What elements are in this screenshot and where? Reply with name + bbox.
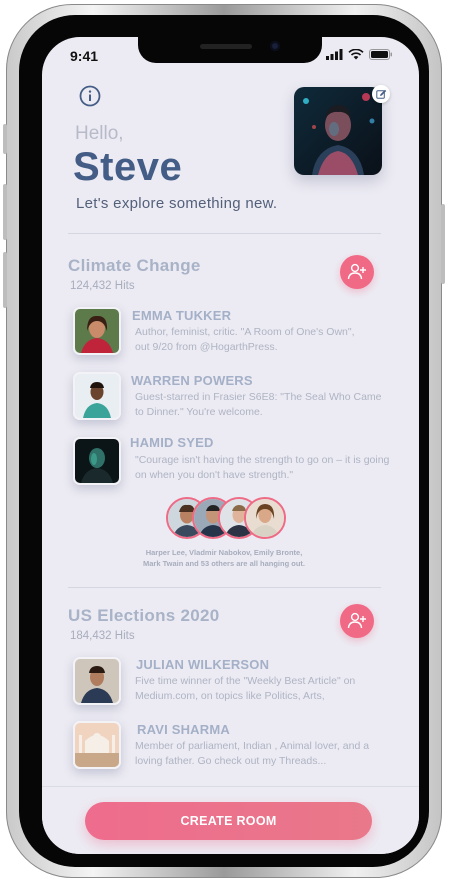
member-name[interactable]: RAVI SHARMA xyxy=(137,722,230,737)
member-bio: Author, feminist, critic. "A Room of One… xyxy=(135,326,355,353)
participant-avatar xyxy=(244,497,286,539)
member-avatar[interactable] xyxy=(73,437,121,485)
profile-avatar[interactable] xyxy=(294,87,382,175)
status-icons xyxy=(326,48,393,60)
edit-icon[interactable] xyxy=(372,85,390,103)
section-divider xyxy=(68,587,381,588)
app-screen: 9:41 Hello, Steve Let's explore somethin… xyxy=(42,37,419,854)
member-avatar[interactable] xyxy=(73,657,121,705)
member-bio: Five time winner of the "Weekly Best Art… xyxy=(135,675,356,702)
member-photo xyxy=(75,309,119,353)
room-hits: 184,432 Hits xyxy=(70,630,135,642)
member-avatar[interactable] xyxy=(73,721,121,769)
notch xyxy=(138,37,322,63)
member-photo xyxy=(75,374,119,418)
signal-icon xyxy=(326,48,343,60)
mute-switch xyxy=(3,124,7,154)
member-bio: "Courage isn't having the strength to go… xyxy=(135,454,390,481)
member-photo xyxy=(75,659,119,703)
info-icon[interactable] xyxy=(79,85,101,107)
status-time: 9:41 xyxy=(70,48,99,64)
member-bio: Member of parliament, Indian , Animal lo… xyxy=(135,740,370,767)
room-hits: 124,432 Hits xyxy=(70,280,135,292)
join-room-button[interactable] xyxy=(340,255,374,289)
create-room-button[interactable]: CREATE ROOM xyxy=(85,802,372,840)
participants-stack[interactable] xyxy=(166,497,286,541)
greeting-text: Hello, xyxy=(75,123,124,144)
member-photo xyxy=(75,439,119,483)
member-name[interactable]: JULIAN WILKERSON xyxy=(136,657,269,672)
member-photo xyxy=(75,723,119,767)
profile-photo xyxy=(294,87,382,175)
join-room-button[interactable] xyxy=(340,604,374,638)
member-avatar[interactable] xyxy=(73,307,121,355)
member-bio: Guest-starred in Frasier S6E8: "The Seal… xyxy=(135,391,382,418)
phone-frame: 9:41 Hello, Steve Let's explore somethin… xyxy=(3,4,445,878)
front-camera xyxy=(270,41,280,51)
battery-icon xyxy=(369,48,392,60)
member-name[interactable]: EMMA TUKKER xyxy=(132,308,231,323)
room-title[interactable]: Climate Change xyxy=(68,256,201,276)
member-avatar[interactable] xyxy=(73,372,121,420)
volume-up-button xyxy=(3,184,7,240)
participants-caption: Harper Lee, Vladmir Nabokov, Emily Bront… xyxy=(143,548,305,568)
power-button xyxy=(441,204,445,284)
speaker-grille xyxy=(200,44,252,49)
member-name[interactable]: HAMID SYED xyxy=(130,435,214,450)
add-user-icon xyxy=(347,612,366,629)
volume-down-button xyxy=(3,252,7,308)
member-name[interactable]: WARREN POWERS xyxy=(131,373,253,388)
wifi-icon xyxy=(348,48,364,59)
section-divider xyxy=(68,233,381,234)
add-user-icon xyxy=(347,263,366,280)
tagline: Let's explore something new. xyxy=(76,195,278,212)
user-name: Steve xyxy=(73,145,183,189)
room-title[interactable]: US Elections 2020 xyxy=(68,606,220,626)
